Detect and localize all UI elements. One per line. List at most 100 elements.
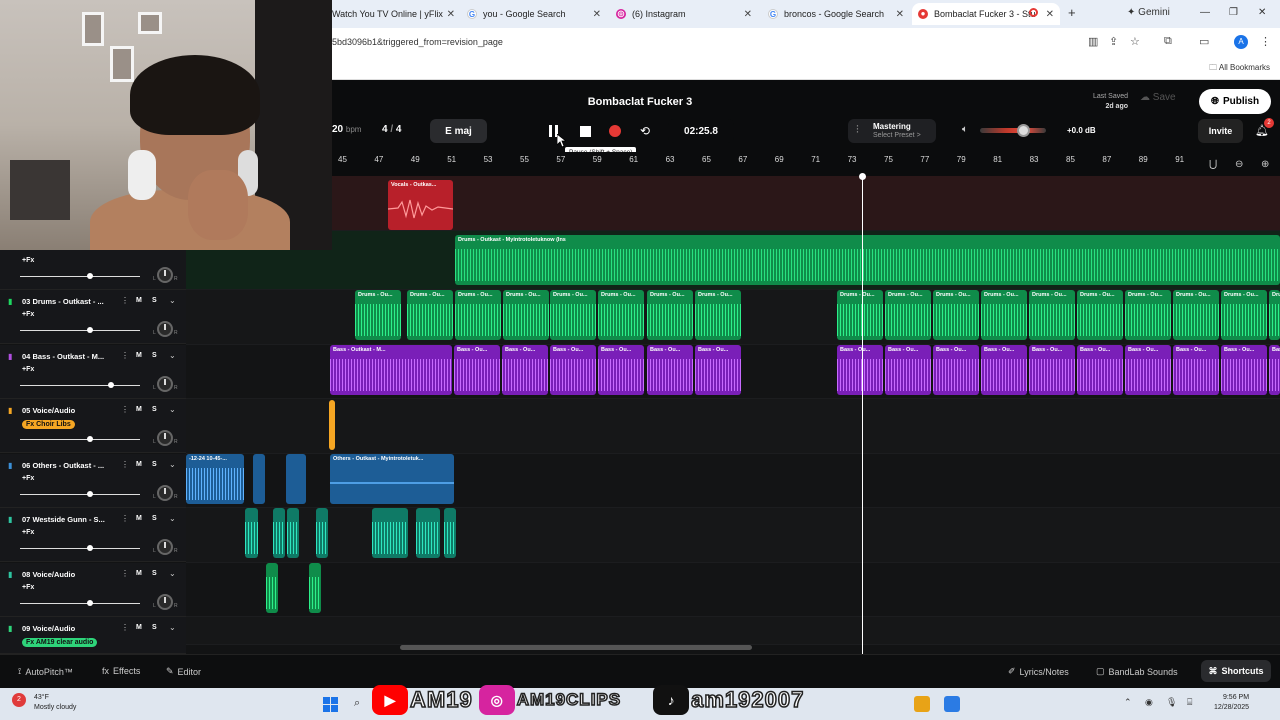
minimize-icon[interactable]: —: [1200, 7, 1210, 18]
tray-chevron-icon[interactable]: ⌃: [1124, 697, 1132, 708]
track-menu-icon[interactable]: ⋮: [121, 296, 129, 305]
tray-app-icon[interactable]: ◉: [1145, 697, 1153, 708]
audio-clip[interactable]: [266, 563, 278, 613]
zoom-out-icon[interactable]: ⊖: [1235, 159, 1243, 170]
audio-clip[interactable]: Bass - Ou...: [1077, 345, 1123, 395]
audio-clip[interactable]: Drums - Ou...: [885, 290, 931, 340]
close-window-icon[interactable]: ✕: [1258, 7, 1266, 18]
track-volume-slider[interactable]: [20, 603, 140, 604]
track-name[interactable]: 08 Voice/Audio: [22, 570, 114, 579]
chevron-down-icon[interactable]: ⌄: [169, 514, 176, 523]
save-button[interactable]: ☁ Save: [1140, 92, 1176, 103]
horizontal-scrollbar[interactable]: [400, 645, 752, 650]
fx-button[interactable]: +Fx: [22, 257, 34, 264]
audio-clip[interactable]: [316, 508, 328, 558]
clip-others-2[interactable]: [253, 454, 265, 504]
bpm-control[interactable]: 20 bpm: [332, 124, 361, 135]
audio-clip[interactable]: Drums - Ou...: [1173, 290, 1219, 340]
track-menu-icon[interactable]: ⋮: [121, 405, 129, 414]
track-volume-slider[interactable]: [20, 548, 140, 549]
fx-button[interactable]: +Fx: [22, 475, 34, 482]
track-lane[interactable]: [186, 563, 1280, 617]
editor-button[interactable]: ✎ Editor: [166, 666, 201, 677]
mute-button[interactable]: M: [136, 515, 142, 522]
magnet-icon[interactable]: ⋃: [1209, 159, 1217, 170]
track-lane[interactable]: [186, 399, 1280, 454]
audio-clip[interactable]: Bass - Ou...: [550, 345, 596, 395]
track-name[interactable]: 04 Bass - Outkast - M...: [22, 352, 114, 361]
pan-knob[interactable]: [157, 485, 173, 501]
close-tab-icon[interactable]: ✕: [447, 9, 455, 20]
audio-clip[interactable]: Drums - Ou...: [1029, 290, 1075, 340]
audio-clip[interactable]: Drums - Ou...: [837, 290, 883, 340]
extensions-icon[interactable]: ⧉: [1164, 35, 1172, 48]
track-volume-knob[interactable]: [86, 273, 93, 279]
bandlab-sounds-button[interactable]: ▢ BandLab Sounds: [1096, 666, 1178, 677]
chevron-down-icon[interactable]: ⌄: [169, 569, 176, 578]
close-tab-icon[interactable]: ✕: [896, 9, 904, 20]
close-tab-icon[interactable]: ✕: [744, 9, 752, 20]
mute-button[interactable]: M: [136, 297, 142, 304]
profile-avatar[interactable]: A: [1234, 35, 1248, 49]
clip-others-4[interactable]: Others - Outkast - Myintrotoletuk...: [330, 454, 454, 504]
track-lane[interactable]: [186, 176, 1280, 231]
track-menu-icon[interactable]: ⋮: [121, 623, 129, 632]
audio-clip[interactable]: Bass - Ou...: [502, 345, 548, 395]
master-volume-slider[interactable]: [980, 128, 1046, 133]
clip-others-3[interactable]: [286, 454, 306, 504]
audio-clip[interactable]: Drums - Ou...: [1125, 290, 1171, 340]
clip-voice-05[interactable]: [329, 400, 335, 450]
track-menu-icon[interactable]: ⋮: [121, 460, 129, 469]
audio-clip[interactable]: Drums - Ou...: [647, 290, 693, 340]
mute-button[interactable]: M: [136, 406, 142, 413]
track-header[interactable]: ▮ 04 Bass - Outkast - M... ⋮ M S ⌄ +Fx L R: [0, 345, 186, 399]
time-signature[interactable]: 4 / 4: [382, 124, 401, 135]
audio-clip[interactable]: Drums - Ou...: [1077, 290, 1123, 340]
track-name[interactable]: 05 Voice/Audio: [22, 406, 114, 415]
track-header[interactable]: ▮ 05 Voice/Audio ⋮ M S ⌄ Fx Choir Libs L R: [0, 399, 186, 453]
chevron-down-icon[interactable]: ⌄: [169, 405, 176, 414]
audio-clip[interactable]: Bass - Ou...: [837, 345, 883, 395]
lyrics-button[interactable]: ✐ Lyrics/Notes: [1008, 666, 1069, 677]
audio-clip[interactable]: Drums - Ou...: [1269, 290, 1280, 340]
audio-clip[interactable]: Bass - Ou...: [1029, 345, 1075, 395]
solo-button[interactable]: S: [152, 624, 157, 631]
audio-clip[interactable]: Bass - Ou...: [1173, 345, 1219, 395]
tab-bandlab[interactable]: ● Bombaclat Fucker 3 - Stu ✕: [912, 3, 1060, 25]
close-tab-icon[interactable]: ✕: [1046, 9, 1054, 20]
chevron-down-icon[interactable]: ⌄: [169, 623, 176, 632]
track-name[interactable]: 03 Drums - Outkast - ...: [22, 297, 114, 306]
track-header[interactable]: ▮ 09 Voice/Audio ⋮ M S ⌄ Fx AM19 clear audio: [0, 617, 186, 654]
fx-button[interactable]: Fx AM19 clear audio: [22, 638, 98, 647]
tab-broncos-search[interactable]: G broncos - Google Search ✕: [762, 3, 910, 25]
audio-clip[interactable]: Drums - Ou...: [503, 290, 549, 340]
all-bookmarks-button[interactable]: 🗀 All Bookmarks: [1209, 62, 1270, 76]
track-lane[interactable]: [186, 508, 1280, 563]
app-icon[interactable]: [944, 696, 960, 712]
mute-button[interactable]: M: [136, 624, 142, 631]
audio-clip[interactable]: Drums - Ou...: [598, 290, 644, 340]
audio-clip[interactable]: Drums - Ou...: [407, 290, 453, 340]
audio-clip[interactable]: Drums - Ou...: [695, 290, 741, 340]
track-header[interactable]: ▮ 07 Westside Gunn - S... ⋮ M S ⌄ +Fx L R: [0, 508, 186, 562]
track-name[interactable]: 09 Voice/Audio: [22, 624, 114, 633]
audio-clip[interactable]: Bass - Ou...: [598, 345, 644, 395]
audio-clip[interactable]: Drums - Ou...: [981, 290, 1027, 340]
track-header[interactable]: ▮ 06 Others - Outkast - ... ⋮ M S ⌄ +Fx L R: [0, 454, 186, 508]
audio-clip[interactable]: Drums - Ou...: [355, 290, 401, 340]
loop-button[interactable]: ⟲: [635, 122, 655, 140]
autopitch-button[interactable]: ⟟ AutoPitch™: [18, 666, 73, 677]
track-menu-icon[interactable]: ⋮: [121, 569, 129, 578]
audio-clip[interactable]: Drums - Ou...: [550, 290, 596, 340]
pan-knob[interactable]: [157, 430, 173, 446]
audio-clip[interactable]: Bass - Outkast - M...: [330, 345, 452, 395]
track-menu-icon[interactable]: ⋮: [121, 514, 129, 523]
audio-clip[interactable]: Drums - Ou...: [933, 290, 979, 340]
fx-button[interactable]: +Fx: [22, 529, 34, 536]
sidepanel-icon[interactable]: ▭: [1199, 35, 1209, 48]
audio-clip[interactable]: Bass - Ou...: [885, 345, 931, 395]
url-field[interactable]: 5bd3096b1&triggered_from=revision_page: [332, 37, 503, 47]
windows-start-icon[interactable]: [323, 697, 338, 712]
file-explorer-icon[interactable]: [914, 696, 930, 712]
network-icon[interactable]: ⌸: [1187, 697, 1192, 708]
